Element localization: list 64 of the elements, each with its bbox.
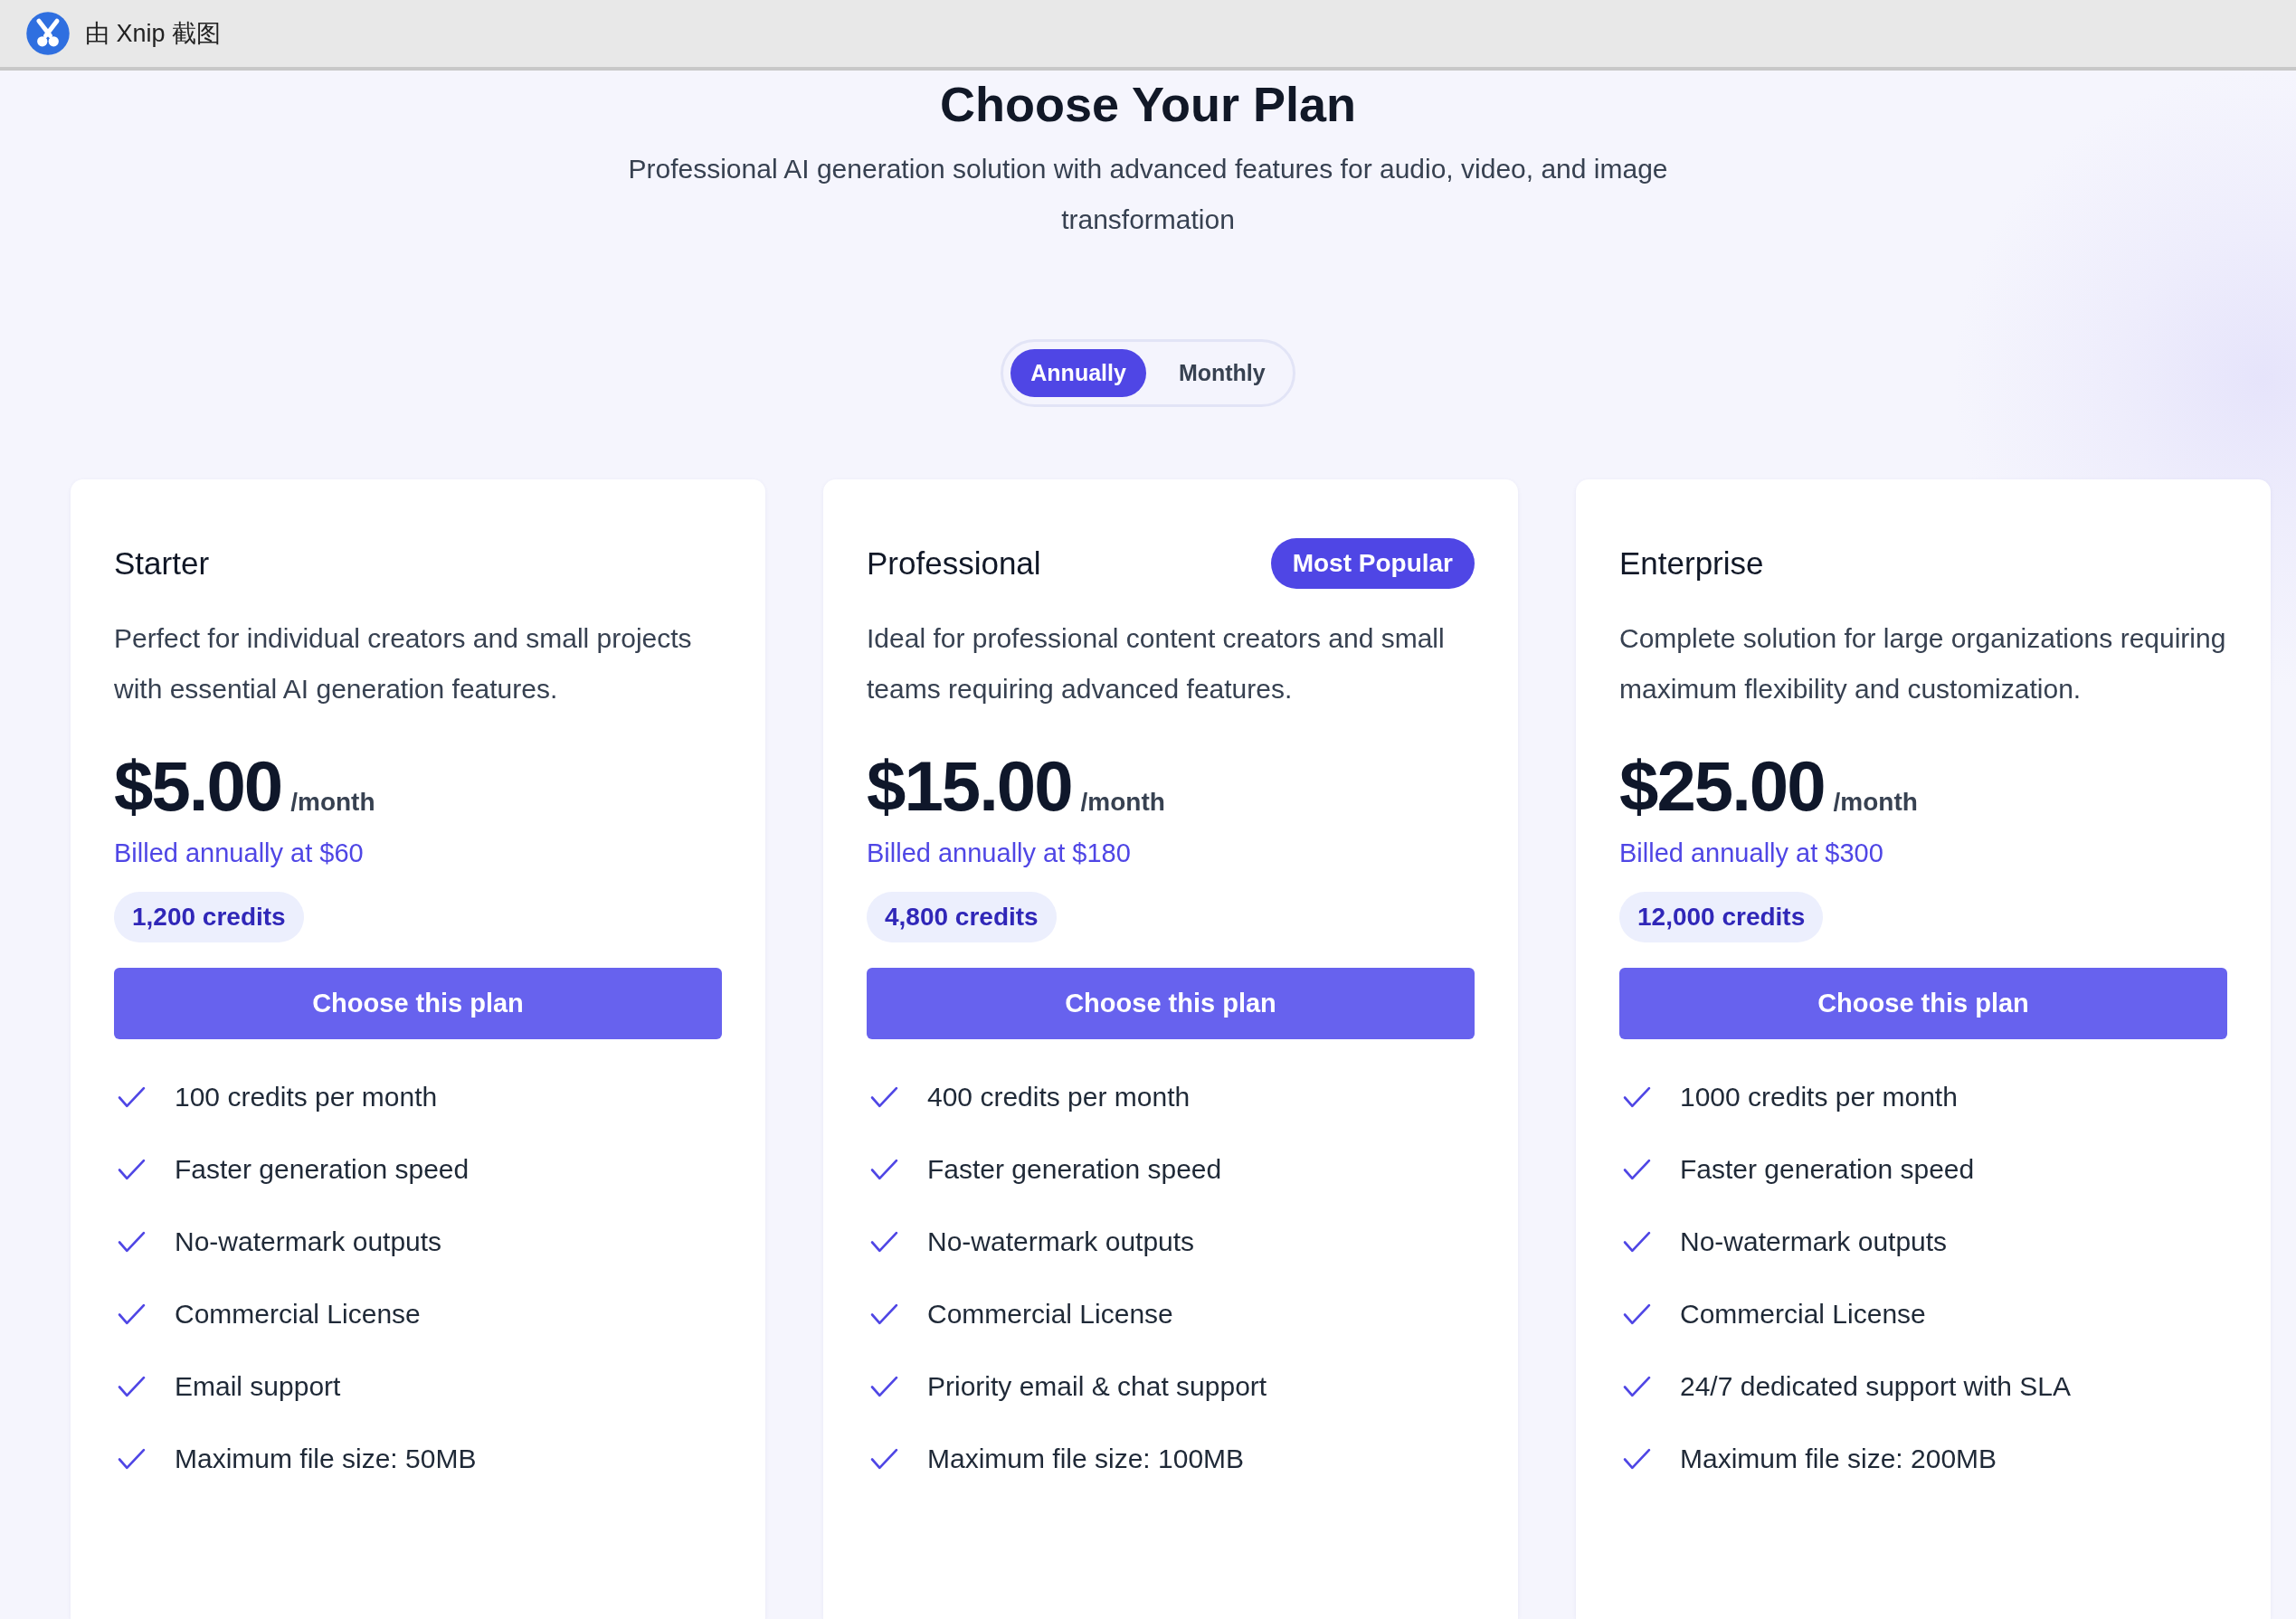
choose-plan-button[interactable]: Choose this plan (1619, 968, 2227, 1040)
plan-name: Professional (867, 545, 1041, 582)
feature-text: No-watermark outputs (175, 1226, 442, 1258)
check-icon (1623, 1085, 1651, 1109)
feature-text: Commercial License (1680, 1299, 1926, 1330)
feature-text: 400 credits per month (927, 1082, 1191, 1113)
feature-text: Priority email & chat support (927, 1371, 1267, 1403)
billing-option[interactable]: Annually (1010, 349, 1146, 398)
plan-price: $15.00 (867, 745, 1072, 828)
check-icon (1623, 1375, 1651, 1398)
check-icon (118, 1375, 146, 1398)
plan-price: $5.00 (114, 745, 282, 828)
page-subtitle: Professional AI generation solution with advanced features for audio, video, and image transformation (627, 153, 1669, 237)
billing-note: Billed annually at $300 (1619, 838, 1884, 869)
check-icon (1623, 1230, 1651, 1254)
plan-description: Complete solution for large organizations requiring maximum flexibility and customization. (1619, 622, 2227, 706)
choose-plan-button[interactable]: Choose this plan (867, 968, 1475, 1040)
credits-pill: 1,200 credits (114, 892, 304, 943)
check-icon (118, 1447, 146, 1471)
billing-note: Billed annually at $60 (114, 838, 365, 869)
check-icon (870, 1447, 898, 1471)
credits-pill: 4,800 credits (867, 892, 1057, 943)
check-icon (1623, 1302, 1651, 1326)
billing-note: Billed annually at $180 (867, 838, 1132, 869)
feature-text: Commercial License (175, 1299, 421, 1330)
plan-description: Ideal for professional content creators and small teams requiring advanced features. (867, 622, 1446, 706)
page-heading: Choose Your Plan (939, 78, 1357, 132)
check-icon (1623, 1447, 1651, 1471)
check-icon (870, 1158, 898, 1181)
check-icon (870, 1302, 898, 1326)
price-period: /month (1080, 788, 1165, 818)
check-icon (870, 1085, 898, 1109)
feature-text: Faster generation speed (175, 1154, 470, 1186)
capture-label: 由 Xnip 截图 (85, 19, 222, 49)
check-icon (1623, 1158, 1651, 1181)
price-period: /month (290, 788, 375, 818)
check-icon (118, 1158, 146, 1181)
plan-name: Enterprise (1619, 545, 1764, 582)
plan-price: $25.00 (1619, 745, 1825, 828)
check-icon (870, 1375, 898, 1398)
check-icon (870, 1230, 898, 1254)
price-period: /month (1833, 788, 1918, 818)
feature-text: Faster generation speed (927, 1154, 1222, 1186)
feature-text: Email support (175, 1371, 341, 1403)
plan-name: Starter (114, 545, 210, 582)
credits-pill: 12,000 credits (1619, 892, 1824, 943)
feature-text: Maximum file size: 50MB (175, 1444, 477, 1475)
feature-text: Maximum file size: 100MB (927, 1444, 1245, 1475)
scissors-icon (25, 11, 71, 56)
feature-text: Commercial License (927, 1299, 1173, 1330)
check-icon (118, 1302, 146, 1326)
plan-description: Perfect for individual creators and small projects with essential AI generation features. (114, 622, 693, 706)
feature-text: No-watermark outputs (927, 1226, 1195, 1258)
feature-text: Faster generation speed (1680, 1154, 1975, 1186)
feature-text: No-watermark outputs (1680, 1226, 1948, 1258)
feature-text: Maximum file size: 200MB (1680, 1444, 1997, 1475)
popular-badge: Most Popular (1270, 538, 1475, 590)
feature-text: 24/7 dedicated support with SLA (1680, 1371, 2071, 1403)
feature-text: 100 credits per month (175, 1082, 438, 1113)
feature-text: 1000 credits per month (1680, 1082, 1958, 1113)
check-icon (118, 1230, 146, 1254)
check-icon (118, 1085, 146, 1109)
billing-option[interactable]: Monthly (1158, 349, 1286, 398)
choose-plan-button[interactable]: Choose this plan (114, 968, 722, 1040)
